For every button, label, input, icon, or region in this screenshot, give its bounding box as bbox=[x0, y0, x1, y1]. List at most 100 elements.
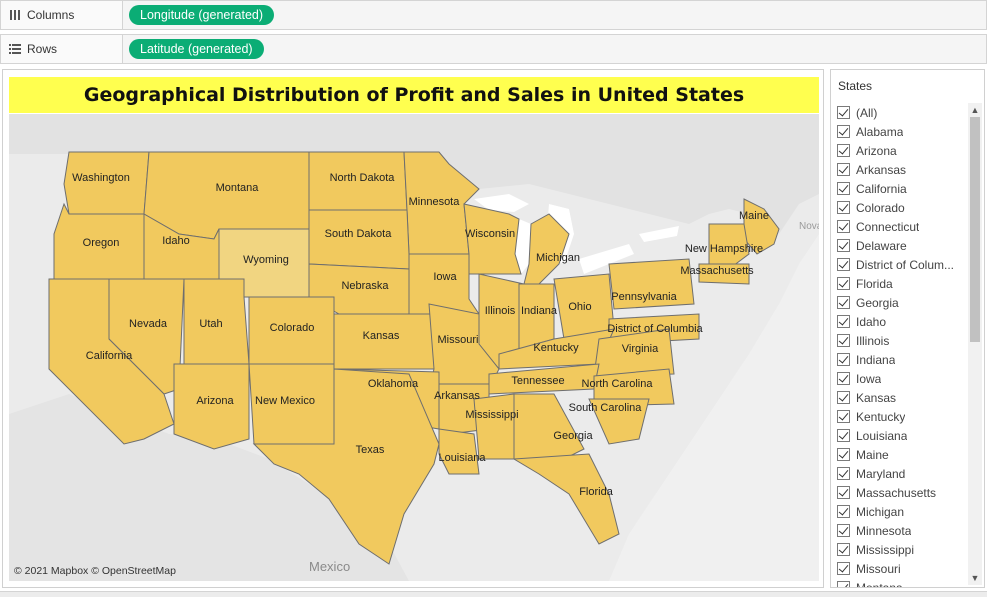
checkbox-checked-icon[interactable] bbox=[837, 448, 850, 461]
state-label: South Dakota bbox=[325, 228, 393, 240]
rows-caption: Rows bbox=[1, 35, 123, 63]
filter-title: States bbox=[838, 79, 873, 93]
state-label: Missouri bbox=[438, 334, 479, 346]
filter-item[interactable]: Montana bbox=[837, 578, 967, 587]
filter-item[interactable]: Kansas bbox=[837, 388, 967, 407]
state-label: Nevada bbox=[129, 318, 168, 330]
filter-item[interactable]: Arizona bbox=[837, 141, 967, 160]
filter-item-label: Indiana bbox=[856, 352, 896, 367]
checkbox-checked-icon[interactable] bbox=[837, 353, 850, 366]
filter-item-label: Connecticut bbox=[856, 219, 920, 234]
filter-item-label: Iowa bbox=[856, 371, 882, 386]
checkbox-checked-icon[interactable] bbox=[837, 429, 850, 442]
filter-item-label: Alabama bbox=[856, 124, 904, 139]
checkbox-checked-icon[interactable] bbox=[837, 258, 850, 271]
filter-item[interactable]: Idaho bbox=[837, 312, 967, 331]
latitude-pill[interactable]: Latitude (generated) bbox=[129, 39, 264, 59]
state-label: California bbox=[86, 350, 133, 362]
state-shape[interactable] bbox=[473, 393, 515, 460]
columns-shelf: Columns Longitude (generated) bbox=[0, 0, 987, 30]
checkbox-checked-icon[interactable] bbox=[837, 201, 850, 214]
filter-item[interactable]: Mississippi bbox=[837, 540, 967, 559]
checkbox-checked-icon[interactable] bbox=[837, 391, 850, 404]
checkbox-checked-icon[interactable] bbox=[837, 334, 850, 347]
state-shape[interactable] bbox=[143, 151, 310, 240]
map-title-bar: Geographical Distribution of Profit and … bbox=[9, 77, 819, 113]
state-label: Idaho bbox=[162, 235, 190, 247]
checkbox-checked-icon[interactable] bbox=[837, 220, 850, 233]
filter-item[interactable]: Arkansas bbox=[837, 160, 967, 179]
checkbox-checked-icon[interactable] bbox=[837, 315, 850, 328]
checkbox-checked-icon[interactable] bbox=[837, 144, 850, 157]
state-label: Oregon bbox=[83, 237, 120, 249]
state-label: Oklahoma bbox=[368, 378, 419, 390]
filter-item[interactable]: Maryland bbox=[837, 464, 967, 483]
filter-item[interactable]: Massachusetts bbox=[837, 483, 967, 502]
checkbox-checked-icon[interactable] bbox=[837, 372, 850, 385]
state-label: Maine bbox=[739, 210, 769, 222]
checkbox-checked-icon[interactable] bbox=[837, 163, 850, 176]
filter-item-label: Kansas bbox=[856, 390, 897, 405]
checkbox-checked-icon[interactable] bbox=[837, 524, 850, 537]
rows-icon bbox=[9, 44, 21, 54]
state-label: District of Columbia bbox=[607, 323, 703, 335]
filter-item-label: Colorado bbox=[856, 200, 905, 215]
filter-item[interactable]: Illinois bbox=[837, 331, 967, 350]
filter-item[interactable]: Georgia bbox=[837, 293, 967, 312]
filter-item[interactable]: Maine bbox=[837, 445, 967, 464]
checkbox-checked-icon[interactable] bbox=[837, 467, 850, 480]
filter-item[interactable]: Florida bbox=[837, 274, 967, 293]
filter-item[interactable]: Connecticut bbox=[837, 217, 967, 236]
checkbox-checked-icon[interactable] bbox=[837, 125, 850, 138]
filter-item-label: Delaware bbox=[856, 238, 907, 253]
state-shape[interactable] bbox=[408, 253, 480, 315]
filter-item-label: Michigan bbox=[856, 504, 905, 519]
state-label: Wisconsin bbox=[465, 228, 515, 240]
filter-item[interactable]: Alabama bbox=[837, 122, 967, 141]
checkbox-checked-icon[interactable] bbox=[837, 296, 850, 309]
checkbox-checked-icon[interactable] bbox=[837, 182, 850, 195]
filter-item-label: Georgia bbox=[856, 295, 899, 310]
filter-item[interactable]: Iowa bbox=[837, 369, 967, 388]
filter-item[interactable]: Indiana bbox=[837, 350, 967, 369]
checkbox-checked-icon[interactable] bbox=[837, 486, 850, 499]
state-label: Ohio bbox=[568, 301, 591, 313]
filter-item[interactable]: Colorado bbox=[837, 198, 967, 217]
filter-item-label: Arkansas bbox=[856, 162, 907, 177]
scroll-down-icon[interactable]: ▼ bbox=[970, 573, 980, 583]
filter-list: (All) Alabama Arizona Arkansas California Col… bbox=[837, 103, 967, 587]
filter-scrollbar[interactable]: ▲ ▼ bbox=[968, 103, 982, 585]
state-label: New Hampshire bbox=[685, 243, 763, 255]
label-mexico: Mexico bbox=[309, 559, 350, 574]
checkbox-checked-icon[interactable] bbox=[837, 277, 850, 290]
filter-item[interactable]: California bbox=[837, 179, 967, 198]
filter-item[interactable]: Michigan bbox=[837, 502, 967, 521]
filter-item[interactable]: (All) bbox=[837, 103, 967, 122]
checkbox-checked-icon[interactable] bbox=[837, 106, 850, 119]
filter-item[interactable]: Minnesota bbox=[837, 521, 967, 540]
checkbox-checked-icon[interactable] bbox=[837, 581, 850, 587]
state-label: Indiana bbox=[521, 305, 558, 317]
filter-item[interactable]: Delaware bbox=[837, 236, 967, 255]
checkbox-checked-icon[interactable] bbox=[837, 239, 850, 252]
filter-item-label: California bbox=[856, 181, 907, 196]
filter-item[interactable]: Missouri bbox=[837, 559, 967, 578]
checkbox-checked-icon[interactable] bbox=[837, 505, 850, 518]
scroll-thumb[interactable] bbox=[970, 117, 980, 342]
rows-label: Rows bbox=[27, 42, 58, 56]
state-label: Pennsylvania bbox=[611, 291, 677, 303]
scroll-up-icon[interactable]: ▲ bbox=[970, 105, 980, 115]
map-canvas[interactable]: Mexico Nova Washington Montana North Dakot… bbox=[9, 114, 819, 581]
longitude-pill[interactable]: Longitude (generated) bbox=[129, 5, 275, 25]
checkbox-checked-icon[interactable] bbox=[837, 543, 850, 556]
checkbox-checked-icon[interactable] bbox=[837, 410, 850, 423]
filter-item[interactable]: Kentucky bbox=[837, 407, 967, 426]
map-view: Geographical Distribution of Profit and … bbox=[2, 69, 824, 588]
state-label: North Carolina bbox=[582, 378, 654, 390]
map-attribution[interactable]: © 2021 Mapbox © OpenStreetMap bbox=[14, 565, 176, 577]
filter-item[interactable]: Louisiana bbox=[837, 426, 967, 445]
checkbox-checked-icon[interactable] bbox=[837, 562, 850, 575]
filter-item-label: Louisiana bbox=[856, 428, 908, 443]
state-label: Louisiana bbox=[438, 452, 486, 464]
filter-item[interactable]: District of Colum... bbox=[837, 255, 967, 274]
